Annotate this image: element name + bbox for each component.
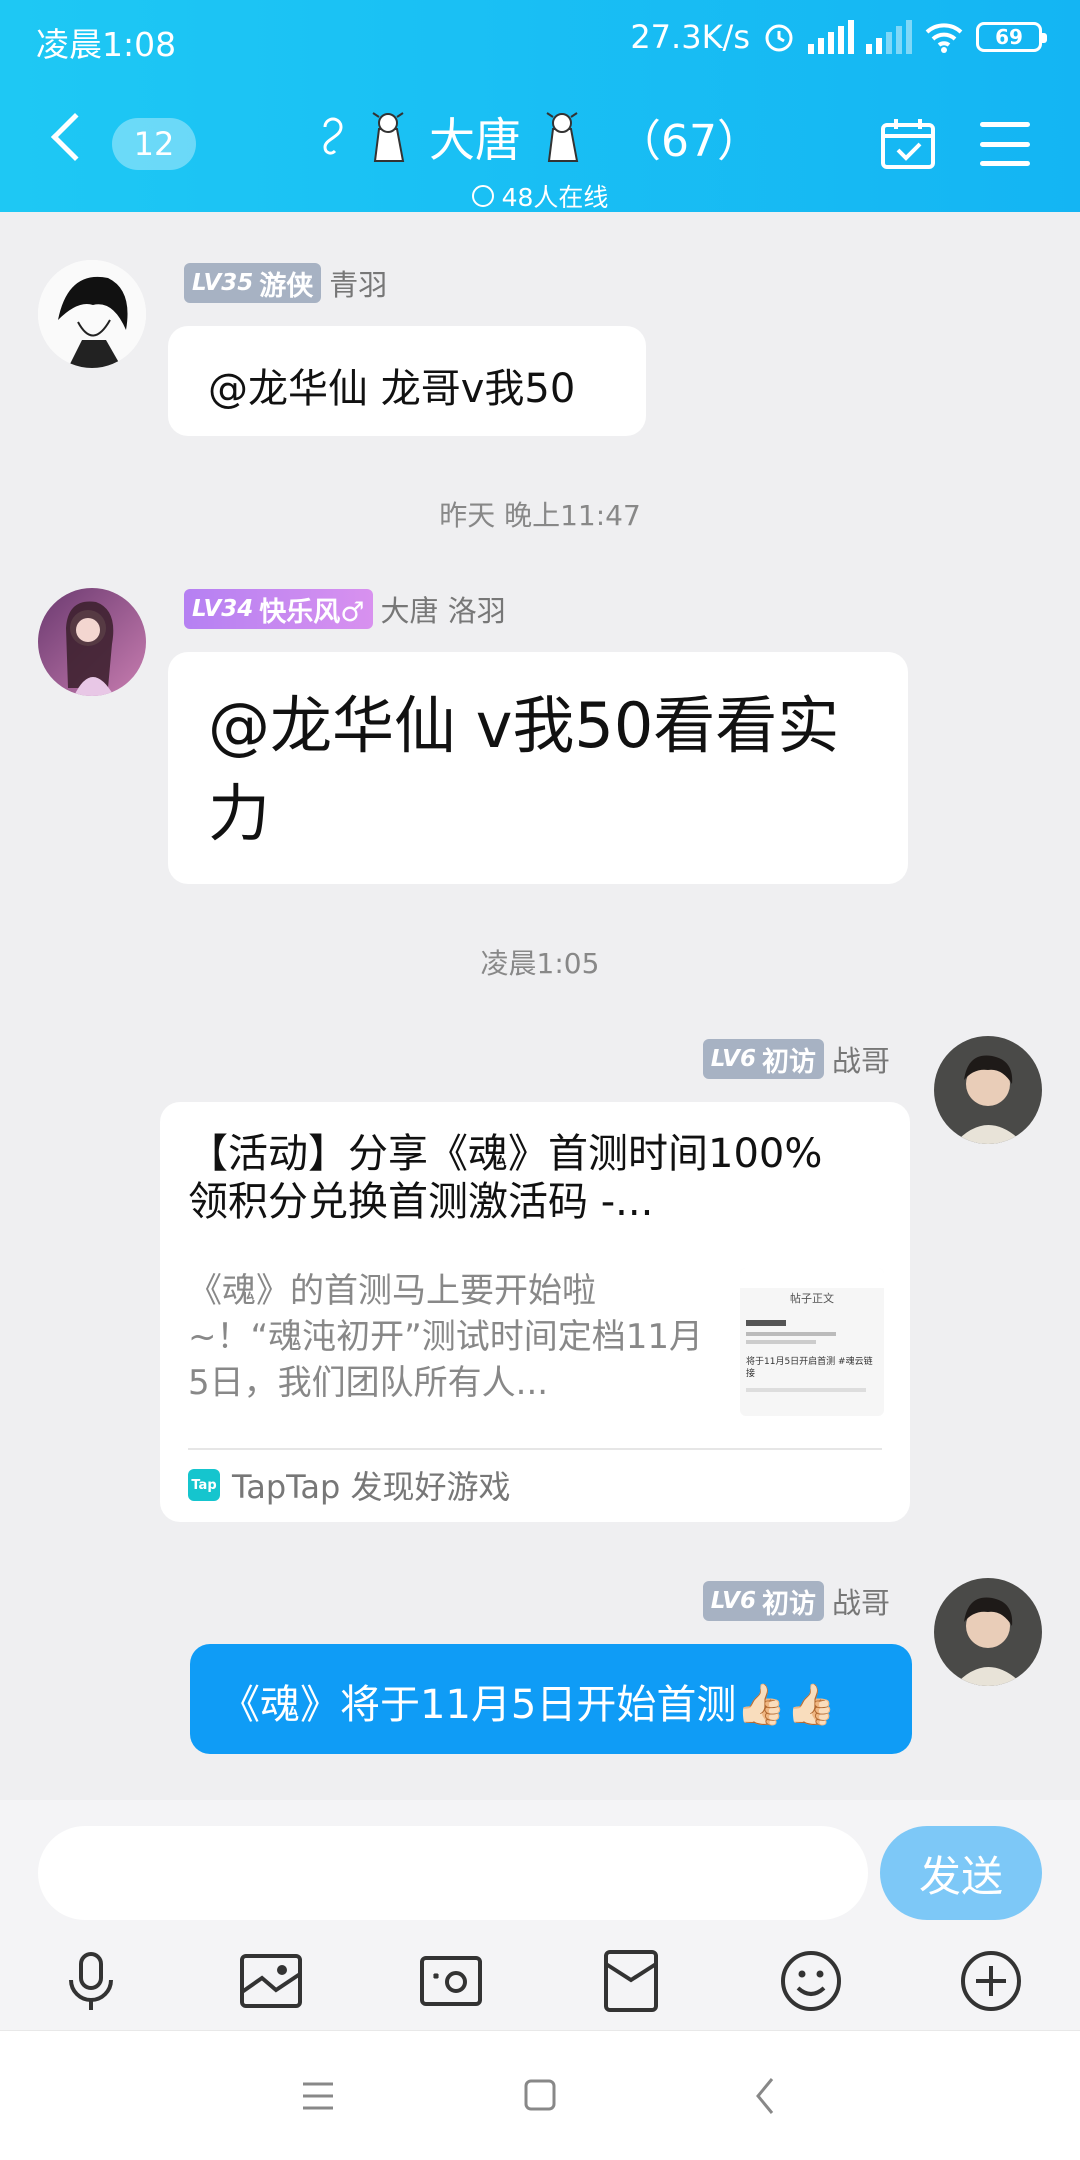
image-icon[interactable] (236, 1946, 306, 2016)
battery-icon: 69 (976, 22, 1047, 52)
avatar[interactable] (934, 1578, 1042, 1686)
online-status: 48人在线 (0, 178, 1080, 214)
member-count: （67） (617, 116, 761, 167)
nav-back-icon[interactable] (736, 2071, 796, 2121)
menu-icon[interactable] (980, 122, 1030, 166)
microphone-icon[interactable] (56, 1946, 126, 2016)
group-title: 大唐 (429, 113, 521, 167)
thumbnail-title: 帖子正文 (790, 1292, 834, 1305)
message-meta: LV35 游侠 青羽 (184, 262, 387, 304)
avatar[interactable] (38, 588, 146, 696)
girl-badge-icon-2 (546, 112, 579, 162)
level-badge: LV6 初访 (702, 1039, 824, 1079)
taptap-icon: Tap (188, 1469, 220, 1501)
home-icon[interactable] (510, 2071, 570, 2121)
card-thumbnail: 帖子正文 将于11月5日开启首测 #魂云链接 (740, 1268, 884, 1416)
sender-name: 大唐 洛羽 (380, 594, 506, 628)
girl-badge-icon (372, 112, 405, 162)
sender-name: 战哥 (831, 1586, 890, 1620)
message-input[interactable] (38, 1826, 868, 1920)
online-count: 48人在线 (501, 183, 609, 212)
camera-icon[interactable] (416, 1946, 486, 2016)
signal-icon (808, 20, 854, 54)
message-meta: LV6 初访 战哥 (702, 1580, 890, 1622)
timestamp: 昨天 晚上11:47 (439, 499, 641, 532)
message-bubble[interactable]: @龙华仙 v我50看看实力 (168, 652, 908, 884)
avatar[interactable] (934, 1036, 1042, 1144)
status-time: 凌晨1:08 (36, 25, 177, 64)
level-badge: LV35 游侠 (184, 263, 322, 303)
alarm-icon (765, 24, 793, 52)
calendar-check-icon[interactable] (880, 116, 936, 170)
level-badge: LV6 初访 (702, 1581, 824, 1621)
chat-header: 凌晨1:08 27.3K/s 69 12 大唐 （67） 48人在线 (0, 0, 1080, 212)
recent-apps-icon[interactable] (288, 2071, 348, 2121)
status-icons: 27.3K/s 69 (630, 18, 1047, 56)
card-divider (188, 1448, 882, 1450)
card-source: Tap TapTap 发现好游戏 (188, 1462, 511, 1508)
system-nav-bar (0, 2030, 1080, 2160)
ear-icon (323, 117, 343, 155)
thumbnail-line: 将于11月5日开启首测 #魂云链接 (746, 1357, 873, 1379)
message-bubble[interactable]: @龙华仙 龙哥v我50 (168, 326, 646, 436)
source-label: TapTap 发现好游戏 (232, 1468, 511, 1506)
red-packet-icon[interactable] (596, 1946, 666, 2016)
send-button[interactable]: 发送 (880, 1826, 1042, 1920)
wifi-icon (925, 23, 963, 53)
card-title: 【活动】分享《魂》首测时间100%领积分兑换首测激活码 -... (188, 1131, 823, 1225)
message-meta: LV34 快乐风♂ 大唐 洛羽 (184, 588, 506, 630)
input-toolbar (0, 1946, 1080, 2026)
sender-name: 战哥 (831, 1044, 890, 1078)
emoji-icon[interactable] (776, 1946, 846, 2016)
avatar[interactable] (38, 260, 146, 368)
status-bar: 凌晨1:08 27.3K/s 69 (0, 0, 1080, 76)
card-description: 《魂》的首测马上要开始啦~！“魂沌初开”测试时间定档11月5日，我们团队所有人.… (188, 1271, 703, 1403)
online-icon (471, 185, 494, 207)
signal-icon-2 (866, 20, 912, 54)
sender-name: 青羽 (329, 268, 388, 302)
message-bubble[interactable]: 《魂》将于11月5日开始首测👍🏻👍🏻 (190, 1644, 912, 1754)
message-meta: LV6 初访 战哥 (702, 1038, 890, 1080)
share-card[interactable]: 【活动】分享《魂》首测时间100%领积分兑换首测激活码 -... 《魂》的首测马… (160, 1102, 910, 1522)
plus-icon[interactable] (956, 1946, 1026, 2016)
input-area: 发送 (0, 1800, 1080, 2030)
level-badge: LV34 快乐风♂ (184, 589, 373, 629)
network-speed: 27.3K/s (630, 18, 750, 56)
timestamp: 凌晨1:05 (480, 947, 600, 980)
